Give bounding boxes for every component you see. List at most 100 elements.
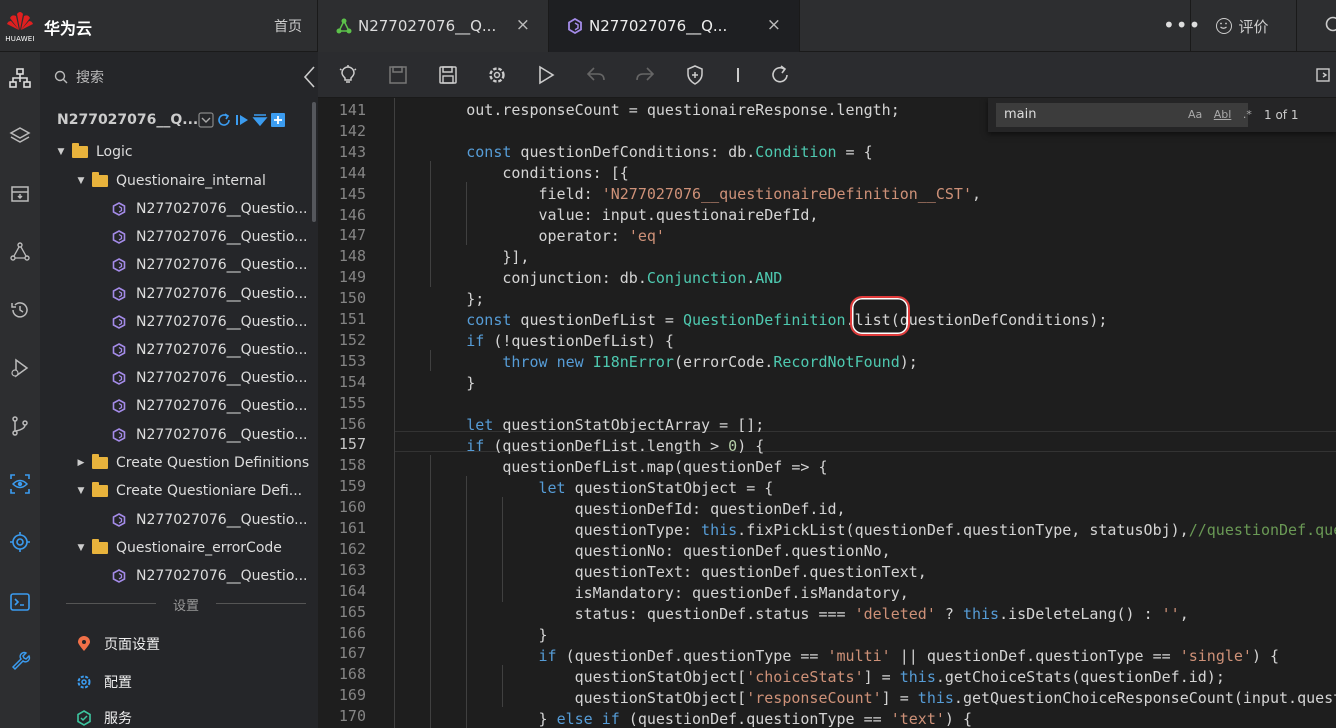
tree-label: Create Question Definitions xyxy=(116,455,310,471)
tree-folder-create-question-definitions[interactable]: ▶ Create Question Definitions xyxy=(40,449,318,477)
line-number: 143 xyxy=(338,142,366,161)
tree-file[interactable]: N277027076__Questio... xyxy=(40,392,318,420)
code-line-145: field: 'N277027076__questionaireDefiniti… xyxy=(394,185,982,203)
settings-item-page[interactable]: 页面设置 xyxy=(76,630,160,658)
undo-icon[interactable] xyxy=(586,65,606,85)
script-hex-icon xyxy=(112,230,126,245)
code-line-149: conjunction: db.Conjunction.AND xyxy=(394,269,783,287)
activity-graph[interactable] xyxy=(0,232,40,272)
script-hex-icon xyxy=(112,314,126,329)
sidebar-scrollbar[interactable] xyxy=(312,102,316,222)
collapse-sidebar-button[interactable] xyxy=(302,64,318,90)
activity-layers[interactable] xyxy=(0,116,40,156)
close-icon[interactable]: × xyxy=(516,15,530,35)
line-number: 145 xyxy=(338,184,366,203)
activity-terminal[interactable] xyxy=(0,582,40,622)
wrench-icon xyxy=(11,651,31,671)
activity-tools[interactable] xyxy=(0,640,40,680)
explorer-sidebar: 搜索 N277027076__Q... ▼ Logic ▼ Questionaire… xyxy=(40,52,318,728)
activity-target[interactable] xyxy=(0,522,40,562)
tree-folder-questionaire-errorcode[interactable]: ▼ Questionaire_errorCode xyxy=(40,534,318,562)
tree-file[interactable]: N277027076__Questio... xyxy=(40,506,318,534)
line-number: 169 xyxy=(338,686,366,705)
chevron-down-icon: ▼ xyxy=(77,486,85,496)
line-number: 167 xyxy=(338,644,366,663)
tree-file[interactable]: N277027076__Questio... xyxy=(40,223,318,251)
feedback-button[interactable]: 评价 xyxy=(1190,0,1294,52)
project-actions xyxy=(198,112,286,128)
chevron-down-icon: ▼ xyxy=(77,176,85,186)
code-line-161: questionType: this.fixPickList(questionD… xyxy=(394,521,1336,539)
line-number: 164 xyxy=(338,581,366,600)
run-icon[interactable] xyxy=(234,112,250,128)
tree-label: N277027076__Questio... xyxy=(136,398,308,415)
lightbulb-icon[interactable] xyxy=(338,65,358,85)
activity-debug[interactable] xyxy=(0,348,40,388)
code-line-146: value: input.questionaireDefId, xyxy=(394,206,819,224)
tree-file[interactable]: N277027076__Questio... xyxy=(40,562,318,590)
code-line-166: } xyxy=(394,626,548,644)
smile-icon xyxy=(1216,18,1233,34)
code-line-144: conditions: [{ xyxy=(394,164,629,182)
gear-icon[interactable] xyxy=(487,65,507,85)
tree-file[interactable]: N277027076__Questio... xyxy=(40,308,318,336)
editor-toolbar xyxy=(318,52,1336,98)
save-all-icon[interactable] xyxy=(438,65,458,85)
tree-file[interactable]: N277027076__Questio... xyxy=(40,421,318,449)
activity-source-control[interactable] xyxy=(0,406,40,446)
match-word-toggle[interactable]: Abl xyxy=(1214,108,1232,121)
tab-flow[interactable]: N277027076__Q... × xyxy=(317,0,548,52)
code-line-157: if (questionDefList.length > 0) { xyxy=(466,437,765,455)
terminal-icon xyxy=(10,593,30,611)
tree-folder-questionaire-internal[interactable]: ▼ Questionaire_internal xyxy=(40,167,318,195)
tree-folder-create-questioniare-defi[interactable]: ▼ Create Questioniare Defi... xyxy=(40,477,318,505)
huawei-logo[interactable]: HUAWEI xyxy=(0,0,40,52)
annotation-circle xyxy=(850,296,910,336)
filter-icon[interactable] xyxy=(252,112,268,128)
line-number: 170 xyxy=(338,707,366,726)
layers-icon xyxy=(9,127,31,143)
code-line-169: questionStatObject['responseCount'] = th… xyxy=(394,689,1336,707)
activity-preview[interactable] xyxy=(0,464,40,504)
activity-package[interactable] xyxy=(0,174,40,214)
script-hex-icon xyxy=(112,258,126,273)
tab-label: N277027076__Q... xyxy=(589,17,728,35)
cursor-bar-icon[interactable] xyxy=(728,65,748,85)
settings-item-config[interactable]: 配置 xyxy=(76,668,132,696)
code-editor[interactable]: 141 142 143 144 145 146 147 148 149 150 151 152 153 1… xyxy=(318,98,1336,728)
tree-file[interactable]: N277027076__Questio... xyxy=(40,364,318,392)
tree-file[interactable]: N277027076__Questio... xyxy=(40,336,318,364)
redo-icon[interactable] xyxy=(635,65,655,85)
match-case-toggle[interactable]: Aa xyxy=(1188,108,1202,121)
line-number: 147 xyxy=(338,226,366,245)
add-icon[interactable] xyxy=(270,112,286,128)
tab-script-active[interactable]: N277027076__Q... × xyxy=(548,0,800,52)
tree-label: N277027076__Questio... xyxy=(136,257,308,274)
line-number: 148 xyxy=(338,247,366,266)
home-link[interactable]: 首页 xyxy=(274,16,302,36)
activity-explorer[interactable] xyxy=(0,58,40,98)
tree-folder-logic[interactable]: ▼ Logic xyxy=(40,138,318,166)
dropdown-icon[interactable] xyxy=(198,112,214,128)
tree-file[interactable]: N277027076__Questio... xyxy=(40,195,318,223)
line-number: 153 xyxy=(338,351,366,370)
global-search-button[interactable] xyxy=(1296,0,1336,52)
close-icon[interactable]: × xyxy=(767,15,781,35)
play-icon[interactable] xyxy=(536,65,556,85)
activity-history[interactable] xyxy=(0,290,40,330)
shield-plus-icon[interactable] xyxy=(685,65,705,85)
tree-label: Questionaire_errorCode xyxy=(116,540,282,556)
tree-file[interactable]: N277027076__Questio... xyxy=(40,251,318,279)
refresh-icon[interactable] xyxy=(770,65,790,85)
refresh-icon[interactable] xyxy=(216,112,232,128)
settings-item-service[interactable]: 服务 xyxy=(76,704,132,728)
code-line-159: let questionStatObject = { xyxy=(538,479,774,497)
script-hex-icon xyxy=(112,427,126,442)
split-editor-icon[interactable] xyxy=(1316,65,1336,85)
settings-item-label: 服务 xyxy=(104,711,132,727)
regex-toggle[interactable]: .* xyxy=(1243,108,1252,121)
save-icon[interactable] xyxy=(388,65,408,85)
script-hex-icon xyxy=(112,513,126,527)
tree-file[interactable]: N277027076__Questio... xyxy=(40,280,318,308)
sidebar-search[interactable]: 搜索 xyxy=(54,64,304,90)
